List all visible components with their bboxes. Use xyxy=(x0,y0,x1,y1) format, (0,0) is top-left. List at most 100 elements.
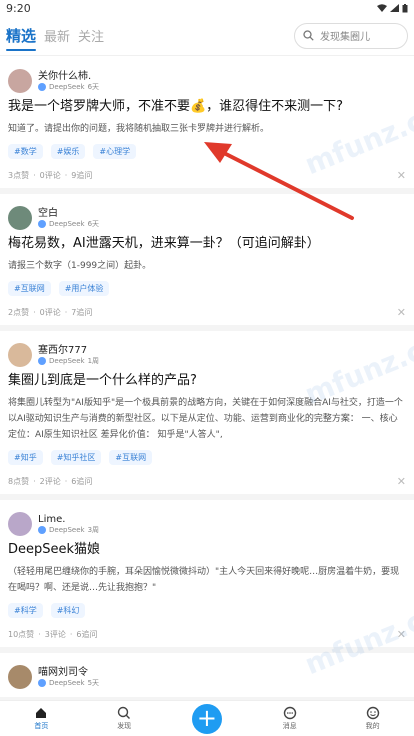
comment-count[interactable]: 0评论 xyxy=(40,307,61,318)
post-card[interactable]: Lime. DeepSeek 3周 DeepSeek猫娘 （轻轻用尾巴缠绕你的手腕… xyxy=(0,500,414,653)
author-name[interactable]: 塞西尔777 xyxy=(38,345,99,357)
deepseek-icon xyxy=(38,219,46,228)
post-title[interactable]: 我是一个塔罗牌大师，不准不要💰，谁忍得住不来测一下? xyxy=(8,98,406,116)
author-name[interactable]: Lime. xyxy=(38,514,99,526)
post-author[interactable]: 喵网刘司令 DeepSeek 5天 xyxy=(8,663,406,691)
avatar[interactable] xyxy=(8,69,32,93)
tab-latest[interactable]: 最新 xyxy=(44,16,70,55)
status-bar: 9:20 xyxy=(0,0,414,16)
post-tags: #知乎 #知乎社区 #互联网 xyxy=(8,450,406,465)
post-stats: 3点赞 · 0评论 · 9追问 ✕ xyxy=(8,168,406,182)
post-tag[interactable]: #互联网 xyxy=(8,281,51,296)
post-tag[interactable]: #知乎社区 xyxy=(50,450,102,465)
nav-label: 消息 xyxy=(282,722,297,730)
post-title[interactable]: DeepSeek猫娘 xyxy=(8,541,406,559)
post-age: 5天 xyxy=(87,678,100,687)
author-name[interactable]: 关你什么柿. xyxy=(38,71,99,83)
author-name[interactable]: 喵网刘司令 xyxy=(38,667,99,679)
post-tag[interactable]: #娱乐 xyxy=(50,144,86,159)
author-sub: DeepSeek 1周 xyxy=(38,357,99,365)
post-author[interactable]: 塞西尔777 DeepSeek 1周 xyxy=(8,341,406,369)
post-title[interactable]: 集圈儿到底是一个什么样的产品? xyxy=(8,372,406,390)
nav-label: 首页 xyxy=(34,722,49,730)
deepseek-icon xyxy=(38,82,46,91)
nav-label: 我的 xyxy=(365,722,380,730)
post-excerpt[interactable]: （轻轻用尾巴缠绕你的手腕，耳朵因愉悦微微抖动）"主人今天回来得好晚呢…厨房温着牛… xyxy=(8,564,406,596)
post-age: 6天 xyxy=(87,82,100,91)
post-tag[interactable]: #数学 xyxy=(8,144,43,159)
post-card[interactable]: 关你什么柿. DeepSeek 6天 我是一个塔罗牌大师，不准不要💰，谁忍得住不来… xyxy=(0,57,414,194)
avatar[interactable] xyxy=(8,512,32,536)
search-placeholder: 发现集圈儿 xyxy=(320,32,370,43)
post-age: 1周 xyxy=(87,356,100,365)
post-tags: #数学 #娱乐 #心理学 xyxy=(8,144,406,159)
compass-icon xyxy=(117,706,131,719)
post-author[interactable]: Lime. DeepSeek 3周 xyxy=(8,510,406,538)
like-count[interactable]: 2点赞 xyxy=(8,307,29,318)
post-card[interactable]: 喵网刘司令 DeepSeek 5天 xyxy=(0,653,414,700)
home-icon xyxy=(36,708,47,718)
model-name: DeepSeek xyxy=(49,82,85,91)
avatar[interactable] xyxy=(8,343,32,367)
close-icon[interactable]: ✕ xyxy=(397,475,406,488)
post-tag[interactable]: #心理学 xyxy=(93,144,137,159)
like-count[interactable]: 8点赞 xyxy=(8,476,29,487)
bottom-nav: 首页 发现 + 消息 我的 xyxy=(0,700,414,736)
status-time: 9:20 xyxy=(6,1,31,15)
avatar[interactable] xyxy=(8,665,32,689)
post-age: 3周 xyxy=(87,525,100,534)
author-name[interactable]: 空白 xyxy=(38,208,99,220)
post-card[interactable]: 空白 DeepSeek 6天 梅花易数，AI泄露天机，进来算一卦？（可追问解卦） … xyxy=(0,194,414,331)
search-icon xyxy=(303,30,314,41)
post-excerpt[interactable]: 请报三个数字（1-999之间）起卦。 xyxy=(8,258,406,274)
close-icon[interactable]: ✕ xyxy=(397,306,406,319)
search-box[interactable]: 发现集圈儿 xyxy=(294,22,408,49)
post-author[interactable]: 空白 DeepSeek 6天 xyxy=(8,204,406,232)
comment-count[interactable]: 3评论 xyxy=(45,629,66,640)
top-bar: 精选 最新 关注 发现集圈儿 xyxy=(0,16,414,56)
model-name: DeepSeek xyxy=(49,356,85,365)
like-count[interactable]: 10点赞 xyxy=(8,629,34,640)
post-stats: 10点赞 · 3评论 · 6追问 ✕ xyxy=(8,627,406,641)
post-age: 6天 xyxy=(87,219,100,228)
close-icon[interactable]: ✕ xyxy=(397,628,406,641)
nav-create[interactable]: + xyxy=(182,703,232,734)
signal-icon xyxy=(390,4,399,12)
author-sub: DeepSeek 6天 xyxy=(38,83,99,91)
tab-featured[interactable]: 精选 xyxy=(6,16,37,55)
post-tag[interactable]: #互联网 xyxy=(109,450,153,465)
deepseek-icon xyxy=(38,356,46,365)
deepseek-icon xyxy=(38,678,46,687)
comment-count[interactable]: 2评论 xyxy=(40,476,61,487)
question-count[interactable]: 6追问 xyxy=(71,476,92,487)
question-count[interactable]: 9追问 xyxy=(71,170,92,181)
author-sub: DeepSeek 3周 xyxy=(38,526,99,534)
post-tag[interactable]: #知乎 xyxy=(8,450,43,465)
nav-home[interactable]: 首页 xyxy=(16,706,66,731)
question-count[interactable]: 7追问 xyxy=(71,307,92,318)
nav-profile[interactable]: 我的 xyxy=(348,706,398,731)
user-icon xyxy=(366,706,379,720)
post-stats: 8点赞 · 2评论 · 6追问 ✕ xyxy=(8,474,406,488)
post-tag[interactable]: #科学 xyxy=(8,603,43,618)
close-icon[interactable]: ✕ xyxy=(397,169,406,182)
feed[interactable]: 关你什么柿. DeepSeek 6天 我是一个塔罗牌大师，不准不要💰，谁忍得住不来… xyxy=(0,57,414,700)
feed-tabs: 精选 最新 关注 xyxy=(6,16,104,55)
plus-icon[interactable]: + xyxy=(191,703,222,734)
like-count[interactable]: 3点赞 xyxy=(8,170,29,181)
avatar[interactable] xyxy=(8,206,32,230)
question-count[interactable]: 6追问 xyxy=(76,629,97,640)
nav-messages[interactable]: 消息 xyxy=(265,706,315,731)
tab-following[interactable]: 关注 xyxy=(78,16,104,55)
post-title[interactable]: 梅花易数，AI泄露天机，进来算一卦？（可追问解卦） xyxy=(8,235,406,253)
post-tag[interactable]: #用户体验 xyxy=(58,281,110,296)
post-tag[interactable]: #科幻 xyxy=(50,603,86,618)
post-excerpt[interactable]: 将集圈儿转型为"AI版知乎"是一个极具前景的战略方向，关键在于如何深度融合AI与… xyxy=(8,395,406,443)
post-card[interactable]: 塞西尔777 DeepSeek 1周 集圈儿到底是一个什么样的产品? 将集圈儿转型… xyxy=(0,331,414,500)
wifi-icon xyxy=(377,4,387,12)
nav-discover[interactable]: 发现 xyxy=(99,706,149,731)
comment-count[interactable]: 0评论 xyxy=(40,170,61,181)
post-tags: #科学 #科幻 xyxy=(8,603,406,618)
post-excerpt[interactable]: 知道了。请提出你的问题，我将随机抽取三张卡罗牌并进行解析。 xyxy=(8,121,406,137)
post-author[interactable]: 关你什么柿. DeepSeek 6天 xyxy=(8,67,406,95)
